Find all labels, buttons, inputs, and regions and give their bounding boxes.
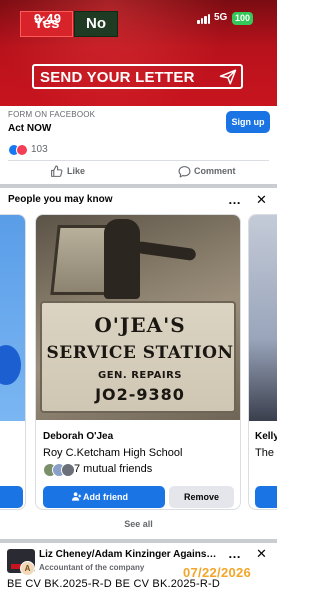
more-options-icon[interactable]: …	[228, 192, 242, 207]
comment-label: Comment	[194, 166, 236, 176]
status-time: 9:49	[34, 11, 62, 26]
close-icon[interactable]: ✕	[256, 192, 267, 208]
next-suggestion-photo	[249, 215, 277, 421]
post-author[interactable]: Liz Cheney/Adam Kinzinger Agains…	[39, 549, 216, 560]
mutual-avatar	[61, 463, 75, 477]
previous-suggestion-photo	[0, 215, 25, 421]
like-label: Like	[67, 166, 86, 176]
comment-icon	[178, 166, 191, 178]
photo-arm	[135, 240, 197, 262]
paper-plane-icon	[219, 69, 237, 85]
post-header: A Liz Cheney/Adam Kinzinger Agains… Acco…	[0, 543, 277, 600]
photo-person	[104, 219, 140, 299]
status-bar: 9:49 5G 100	[0, 8, 277, 30]
mutual-friends-count[interactable]: 7 mutual friends	[74, 463, 152, 475]
post-role: Accountant of the company	[39, 563, 145, 572]
add-friend-label: Add friend	[83, 492, 128, 502]
send-letter-banner[interactable]: SEND YOUR LETTER	[32, 64, 243, 89]
next-suggestion-sub: The	[255, 447, 274, 459]
ad-source: FORM ON FACEBOOK	[8, 110, 96, 119]
network-label: 5G	[214, 12, 228, 23]
suggestion-card[interactable]: O'JEA'S SERVICE STATION GEN. REPAIRS JO2…	[35, 214, 241, 510]
pymk-header: People you may know … ✕	[0, 188, 277, 212]
previous-add-friend-button[interactable]	[0, 486, 23, 508]
post-text: BE CV BK.2025-R-D BE CV BK.2025-R-D	[7, 578, 221, 590]
sign-line-3: GEN. REPAIRS	[98, 370, 182, 381]
add-person-icon	[71, 492, 82, 501]
pymk-carousel[interactable]: O'JEA'S SERVICE STATION GEN. REPAIRS JO2…	[0, 212, 277, 512]
profile-photo[interactable]: O'JEA'S SERVICE STATION GEN. REPAIRS JO2…	[36, 215, 240, 420]
photo-car-door: O'JEA'S SERVICE STATION GEN. REPAIRS JO2…	[40, 301, 236, 413]
pymk-title: People you may know	[8, 194, 113, 205]
author-badge[interactable]: A	[20, 561, 35, 576]
next-suggestion-name[interactable]: Kelly	[255, 431, 277, 442]
sign-line-1: O'JEA'S	[94, 313, 186, 337]
next-suggestion-card[interactable]: Kelly The	[248, 214, 277, 510]
thumbs-up-icon	[51, 165, 63, 177]
sign-line-2: SERVICE STATION	[46, 343, 234, 363]
divider	[8, 160, 269, 161]
reaction-count: 103	[31, 144, 48, 155]
signal-icon	[197, 14, 211, 24]
see-all-link[interactable]: See all	[0, 519, 277, 529]
suggestion-name[interactable]: Deborah O'Jea	[43, 431, 113, 442]
remove-button[interactable]: Remove	[169, 486, 234, 508]
mutual-friends-avatars	[43, 463, 75, 477]
previous-suggestion-card[interactable]	[0, 214, 26, 510]
sign-line-4: JO2-9380	[95, 385, 185, 404]
post-more-options-icon[interactable]: …	[228, 546, 241, 561]
suggestion-school: Roy C.Ketcham High School	[43, 447, 183, 459]
sign-up-button[interactable]: Sign up	[226, 111, 270, 133]
battery-icon: 100	[232, 12, 254, 25]
ad-cta-row: FORM ON FACEBOOK Act NOW Sign up	[0, 106, 277, 138]
send-letter-label: SEND YOUR LETTER	[40, 69, 195, 86]
post-close-icon[interactable]: ✕	[256, 546, 267, 562]
ad-title: Act NOW	[8, 123, 52, 134]
ad-banner[interactable]: 9:49 5G 100 Yes No SEND YOUR LETTER	[0, 0, 277, 106]
next-add-friend-button[interactable]	[255, 486, 277, 508]
love-reaction-icon	[16, 144, 28, 156]
add-friend-button[interactable]: Add friend	[43, 486, 165, 508]
